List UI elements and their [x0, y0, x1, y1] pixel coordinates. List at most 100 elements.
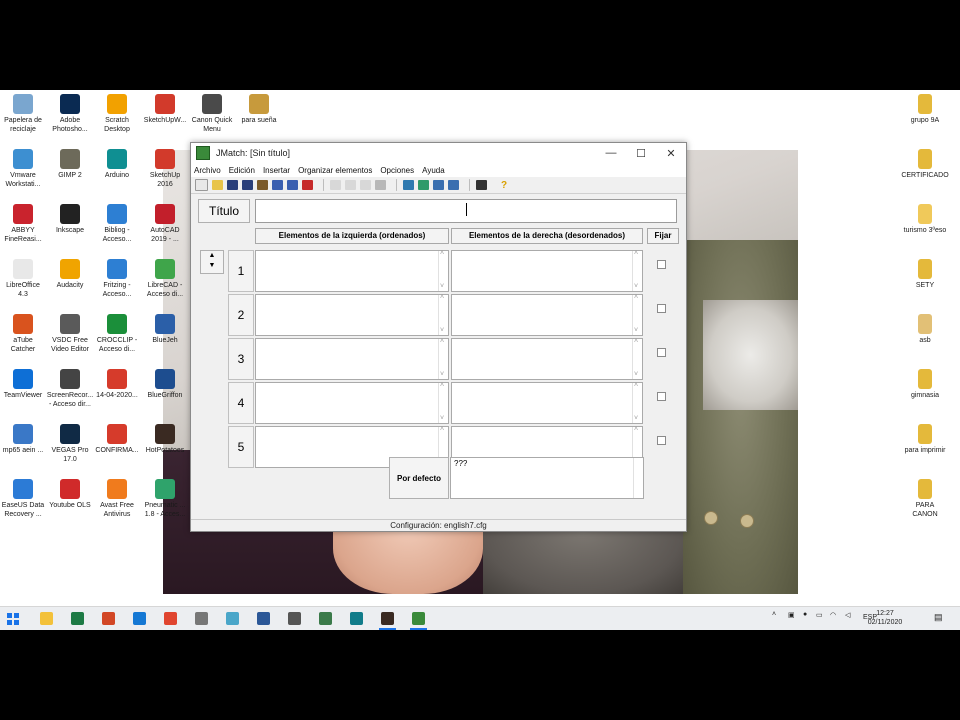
desktop-folder[interactable]: SETY	[898, 259, 952, 290]
desktop-icon[interactable]: VSDC Free Video Editor	[43, 314, 97, 354]
menu-insertar[interactable]: Insertar	[263, 166, 290, 175]
save-as-icon[interactable]	[242, 180, 253, 190]
scrollbar[interactable]	[438, 294, 448, 335]
arrow-down-icon[interactable]: ▼	[201, 261, 223, 271]
scrollbar[interactable]	[438, 382, 448, 423]
desktop-icon[interactable]: Adobe Photosho...	[43, 94, 97, 134]
left-item-field[interactable]	[255, 382, 449, 424]
desktop-icon[interactable]: Arduino	[90, 149, 144, 180]
menu-organizar[interactable]: Organizar elementos	[298, 166, 372, 175]
fijar-header[interactable]: Fijar	[647, 228, 679, 244]
right-item-field[interactable]	[451, 338, 643, 380]
app-10-icon[interactable]	[319, 612, 332, 625]
menu-opciones[interactable]: Opciones	[380, 166, 414, 175]
scrollbar[interactable]	[633, 458, 643, 498]
fijar-checkbox[interactable]	[657, 436, 666, 445]
clock[interactable]: 12:27 02/11/2020	[860, 609, 910, 627]
desktop-folder[interactable]: asb	[898, 314, 952, 345]
desktop-icon[interactable]: SketchUp 2016	[138, 149, 192, 189]
desktop-folder[interactable]: CERTIFICADO	[898, 149, 952, 180]
desktop-icon[interactable]: 14-04-2020...	[90, 369, 144, 400]
desktop-folder[interactable]: para imprimir	[898, 424, 952, 455]
fijar-checkbox[interactable]	[657, 348, 666, 357]
menu-archivo[interactable]: Archivo	[194, 166, 221, 175]
desktop-icon[interactable]: LibreCAD - Acceso di...	[138, 259, 192, 299]
minimize-button[interactable]: —	[596, 147, 626, 159]
maximize-button[interactable]: ☐	[626, 147, 656, 160]
desktop-folder[interactable]: turismo 3ºeso	[898, 204, 952, 235]
desktop-folder[interactable]: PARA CANON	[898, 479, 952, 519]
desktop-icon[interactable]: para sueña	[232, 94, 286, 125]
scrollbar[interactable]	[632, 250, 642, 291]
help-icon[interactable]: ?	[501, 180, 512, 191]
title-bar[interactable]: JMatch: [Sin título] — ☐ ✕	[191, 143, 686, 163]
paste-icon[interactable]	[375, 180, 386, 190]
menu-ayuda[interactable]: Ayuda	[422, 166, 445, 175]
arrow-up-icon[interactable]: ▲	[201, 251, 223, 261]
tray-battery-icon[interactable]: ▭	[816, 611, 823, 619]
desktop-icon[interactable]: CROCCLIP - Acceso di...	[90, 314, 144, 354]
desktop-icon[interactable]: HotPotatoes	[138, 424, 192, 455]
list-icon[interactable]	[433, 180, 444, 190]
desktop-icon[interactable]: Bibliog - Acceso...	[90, 204, 144, 244]
scrollbar[interactable]	[438, 338, 448, 379]
desktop-icon[interactable]: Audacity	[43, 259, 97, 290]
hotpotatoes-icon[interactable]	[379, 612, 396, 630]
desktop-icon[interactable]: VEGAS Pro 17.0	[43, 424, 97, 464]
desktop-icon[interactable]: AutoCAD 2019 - ...	[138, 204, 192, 244]
notifications-icon[interactable]: ▤	[934, 612, 943, 623]
menu-edicion[interactable]: Edición	[229, 166, 255, 175]
windows-start-icon[interactable]	[7, 613, 19, 625]
app-11-icon[interactable]	[350, 612, 363, 625]
desktop-icon[interactable]: GIMP 2	[43, 149, 97, 180]
desktop-icon[interactable]: Pneumatic ... 1.8 - Acces...	[138, 479, 192, 519]
titulo-button[interactable]: Título	[198, 199, 250, 223]
desktop-folder[interactable]: grupo 9A	[898, 94, 952, 125]
powerpoint-icon[interactable]	[102, 612, 115, 625]
titulo-input[interactable]	[255, 199, 677, 223]
desktop-icon[interactable]: CONFIRMA...	[90, 424, 144, 455]
fijar-checkbox[interactable]	[657, 392, 666, 401]
scrollbar[interactable]	[632, 338, 642, 379]
desktop-icon[interactable]: Scratch Desktop	[90, 94, 144, 134]
save-icon[interactable]	[227, 180, 238, 190]
scrollbar[interactable]	[632, 382, 642, 423]
left-item-field[interactable]	[255, 294, 449, 336]
diamond-icon[interactable]	[257, 180, 268, 190]
copy-icon[interactable]	[360, 180, 371, 190]
desktop-icon[interactable]: Youtube OLS	[43, 479, 97, 510]
left-items-header[interactable]: Elementos de la izquierda (ordenados)	[255, 228, 449, 244]
fijar-checkbox[interactable]	[657, 304, 666, 313]
right-item-field[interactable]	[451, 250, 643, 292]
app-7-icon[interactable]	[226, 612, 239, 625]
tray-wifi-icon[interactable]: ◠	[830, 611, 836, 619]
scrollbar[interactable]	[632, 294, 642, 335]
desktop-icon[interactable]: Fritzing - Acceso...	[90, 259, 144, 299]
desktop-icon[interactable]: SketchUpW...	[138, 94, 192, 125]
desktop-icon[interactable]: Inkscape	[43, 204, 97, 235]
jmatch-icon[interactable]	[410, 612, 427, 630]
word-icon[interactable]	[257, 612, 270, 625]
undo-icon[interactable]	[330, 180, 341, 190]
excel-icon[interactable]	[71, 612, 84, 625]
camera-icon[interactable]	[288, 612, 301, 625]
desktop-folder[interactable]: gimnasia	[898, 369, 952, 400]
pointer-app-icon[interactable]	[195, 612, 208, 625]
tray-network-icon[interactable]: ▣	[788, 611, 795, 619]
export-web2-icon[interactable]	[287, 180, 298, 190]
right-item-field[interactable]	[451, 382, 643, 424]
close-button[interactable]: ✕	[656, 147, 686, 160]
file-explorer-icon[interactable]	[40, 612, 53, 625]
por-defecto-button[interactable]: Por defecto	[389, 457, 449, 499]
row-scroll-arrows[interactable]: ▲ ▼	[200, 250, 224, 274]
right-items-header[interactable]: Elementos de la derecha (desordenados)	[451, 228, 643, 244]
tray-mic-icon[interactable]: ●	[803, 611, 807, 618]
desktop-icon[interactable]: ScreenRecor... - Acceso dir...	[43, 369, 97, 409]
shield-icon[interactable]	[476, 180, 487, 190]
cut-icon[interactable]	[345, 180, 356, 190]
new-file-icon[interactable]	[195, 179, 208, 191]
desktop-icon[interactable]: BlueGriffon	[138, 369, 192, 400]
left-item-field[interactable]	[255, 338, 449, 380]
export-web-icon[interactable]	[272, 180, 283, 190]
desktop-icon[interactable]: Canon Quick Menu	[185, 94, 239, 134]
